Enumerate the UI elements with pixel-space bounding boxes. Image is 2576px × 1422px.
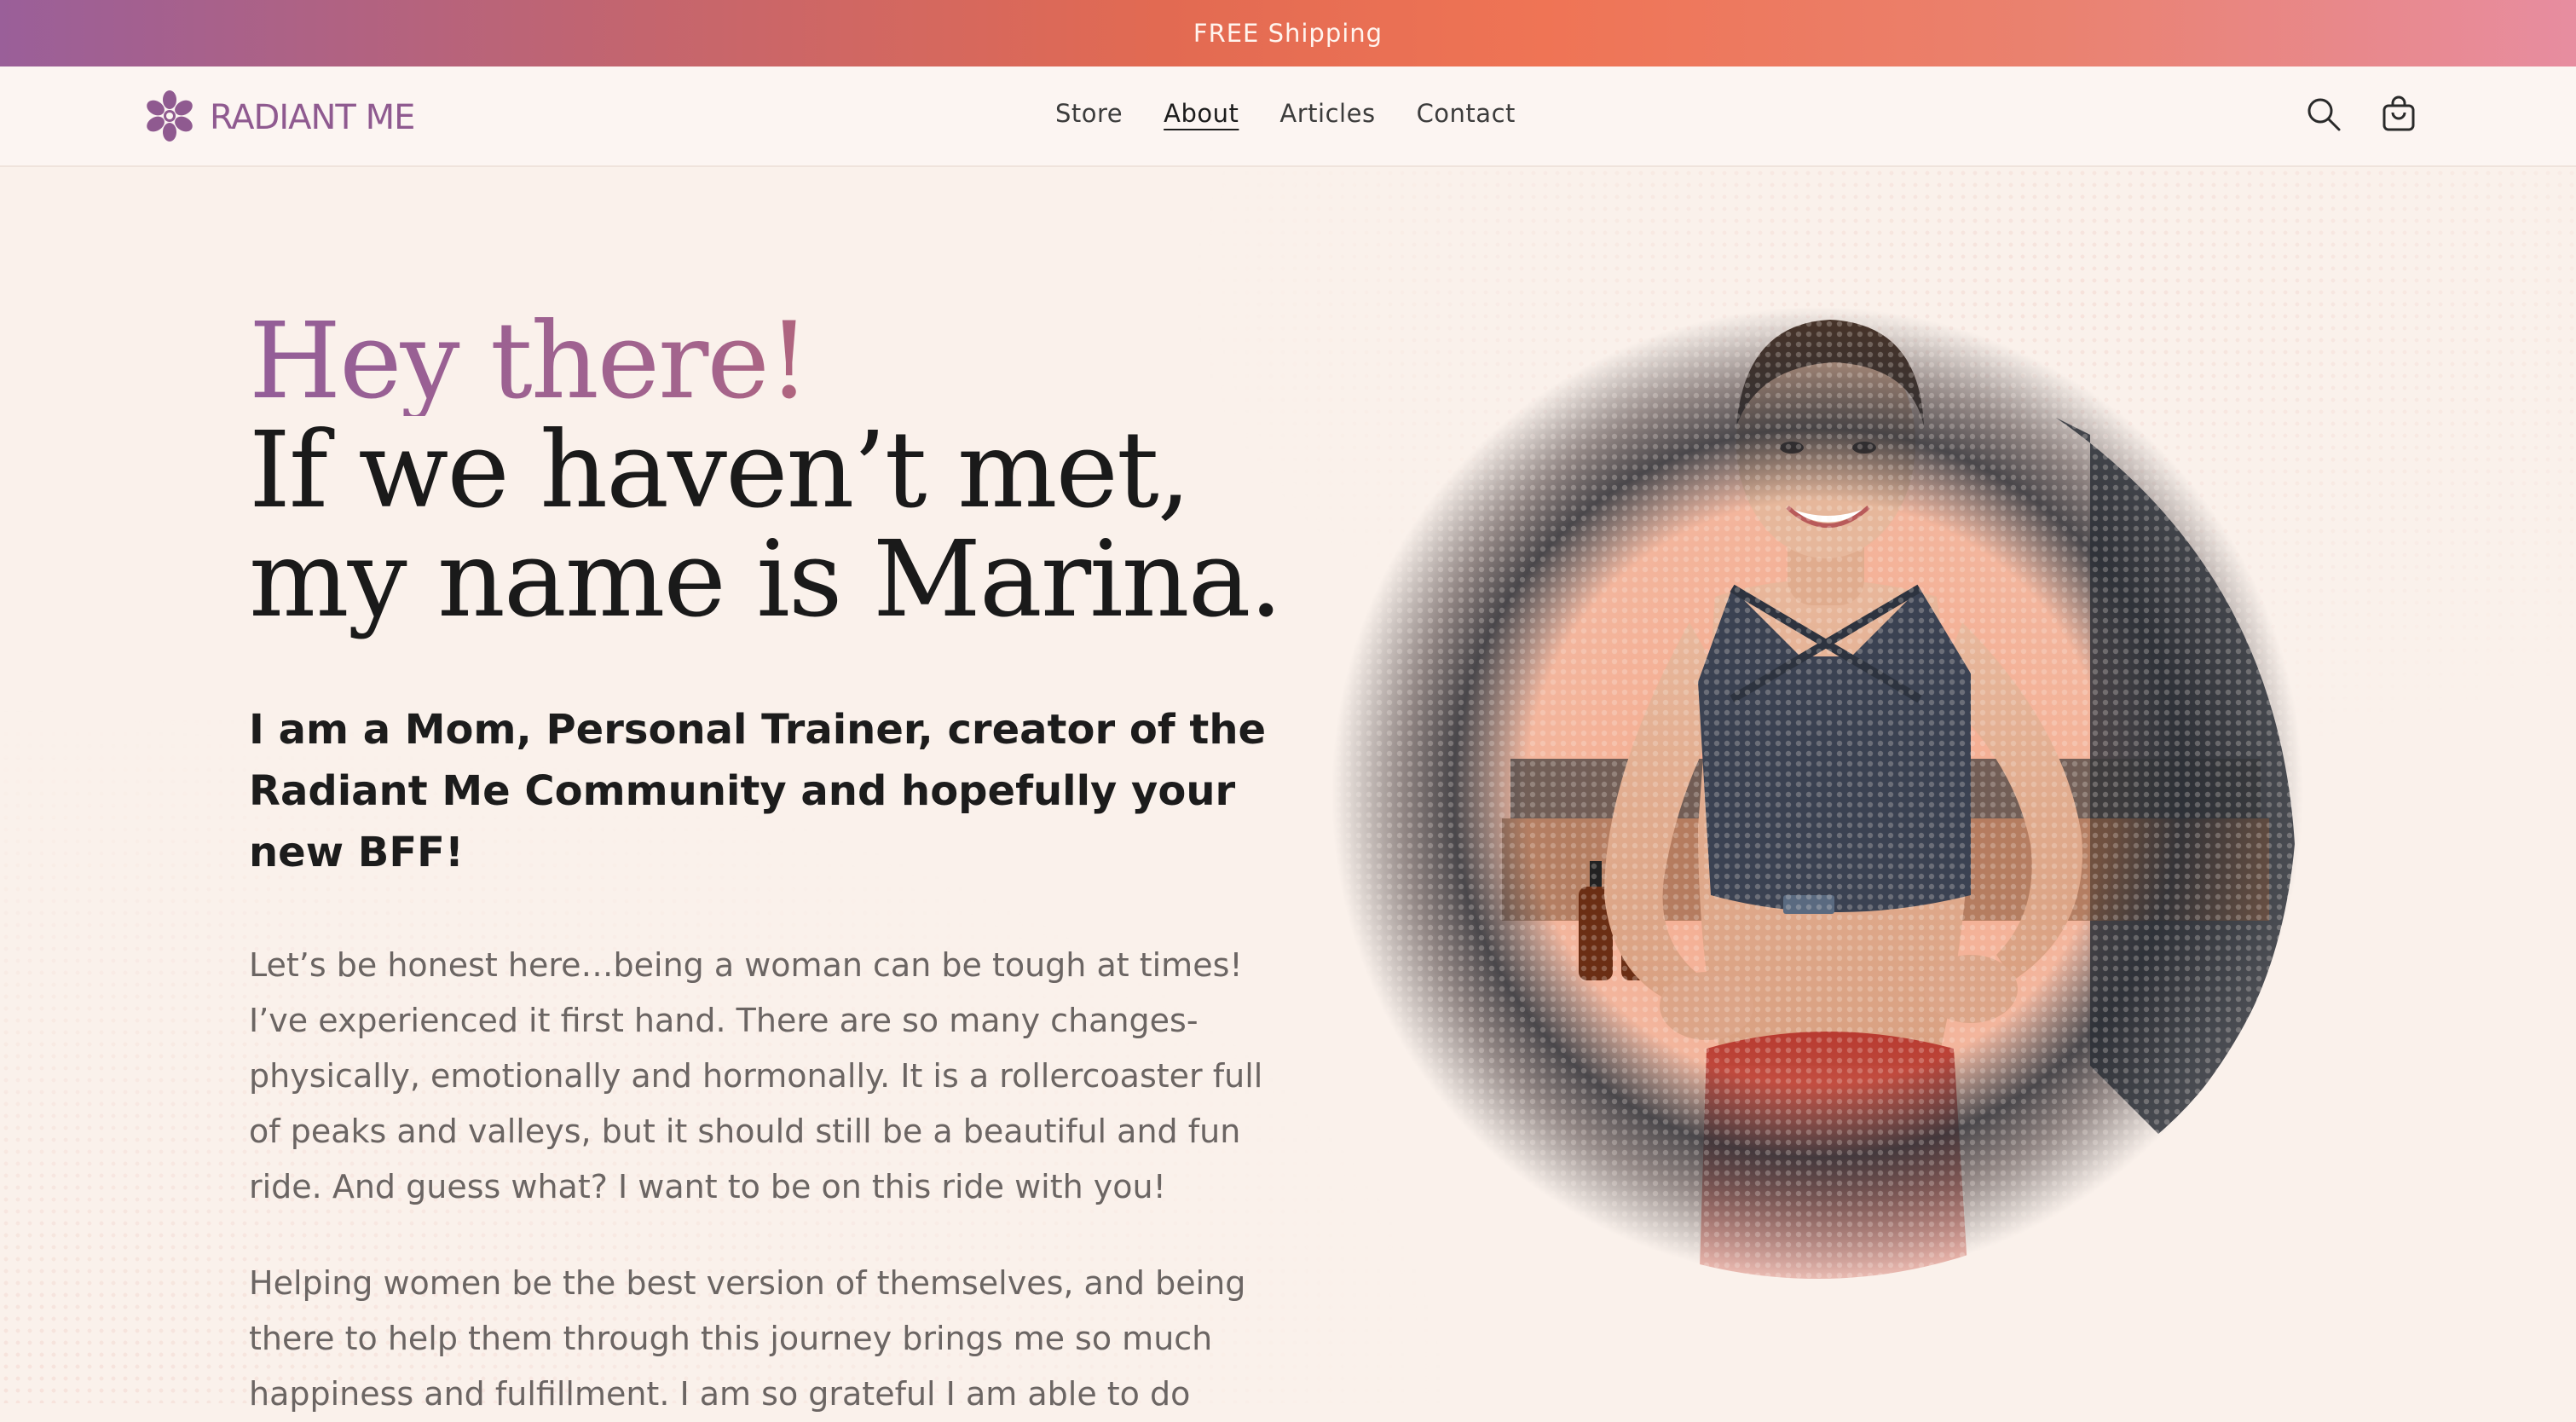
- cart-icon: [2380, 95, 2417, 136]
- announcement-text: FREE Shipping: [1193, 19, 1383, 48]
- nav-store[interactable]: Store: [1055, 99, 1123, 128]
- body-paragraph-1: Let’s be honest here…being a woman can b…: [249, 946, 1263, 1205]
- announcement-bar: FREE Shipping: [0, 0, 2576, 66]
- intro-text: I am a Mom, Personal Trainer, creator of…: [249, 706, 1267, 876]
- heading-line-2: my name is Marina.: [249, 518, 1283, 641]
- brand-name: RADIANT ME: [210, 98, 415, 137]
- portrait-image: [1323, 298, 2312, 1321]
- nav-about[interactable]: About: [1164, 99, 1239, 128]
- greeting-text: Hey there!: [249, 307, 1281, 416]
- nav-contact[interactable]: Contact: [1417, 99, 1516, 128]
- site-header: RADIANT ME Store About Articles Contact: [0, 66, 2576, 167]
- heading-line-1: If we haven’t met,: [249, 409, 1191, 532]
- body-paragraph-2: Helping women be the best version of the…: [249, 1264, 1246, 1413]
- search-button[interactable]: [2300, 92, 2348, 140]
- main-nav: Store About Articles Contact: [1055, 99, 1557, 128]
- search-icon: [2306, 96, 2342, 136]
- cart-button[interactable]: [2375, 92, 2423, 140]
- nav-articles[interactable]: Articles: [1279, 99, 1375, 128]
- brand-logo[interactable]: RADIANT ME: [142, 88, 415, 147]
- hero-heading: Hey there! If we haven’t met, my name is…: [249, 307, 1283, 641]
- flower-logo-icon: [142, 88, 198, 147]
